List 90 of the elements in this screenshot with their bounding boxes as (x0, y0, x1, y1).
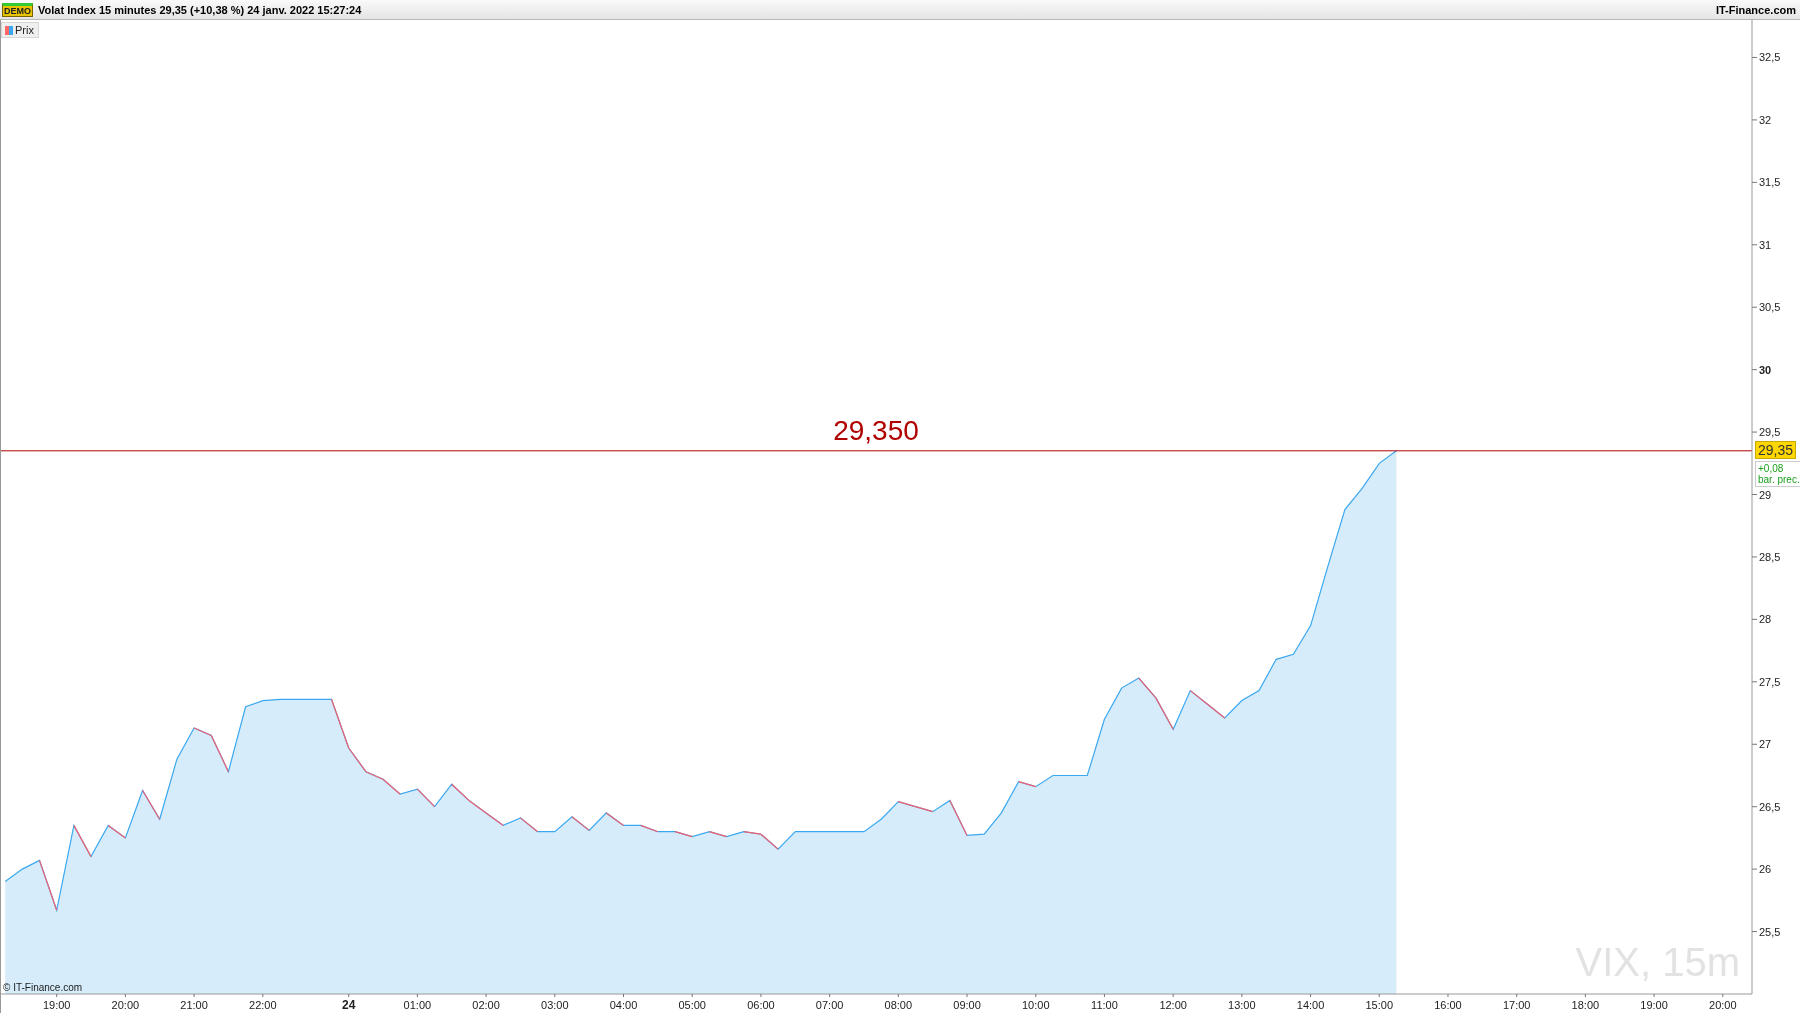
y-axis-tick: 26 (1751, 863, 1772, 876)
y-axis-tick: 25,5 (1751, 925, 1781, 938)
change-value: +0,08 (1758, 462, 1785, 474)
x-tick-label: 05:00 (678, 999, 706, 1011)
legend-swatch-icon (5, 25, 13, 35)
y-tick-label: 29 (1759, 488, 1772, 501)
y-tick-label: 27 (1759, 738, 1772, 751)
y-tick-label: 28,5 (1759, 550, 1781, 563)
y-axis-tick: 32 (1751, 113, 1772, 126)
x-axis-tick: 19:00 (42, 993, 71, 1011)
x-tick-label: 03:00 (541, 999, 569, 1011)
x-axis-tick: 20:00 (111, 993, 140, 1011)
y-axis-tick: 30,5 (1751, 301, 1781, 314)
x-tick-label: 12:00 (1159, 999, 1187, 1011)
x-tick-label: 02:00 (472, 999, 500, 1011)
x-tick-label: 18:00 (1571, 999, 1600, 1011)
x-tick-label: 07:00 (815, 999, 844, 1011)
x-tick-label: 20:00 (1709, 999, 1737, 1011)
y-axis-tick: 27 (1751, 738, 1772, 751)
y-tick-label: 25,5 (1759, 925, 1781, 938)
x-axis-tick: 22:00 (249, 993, 277, 1011)
x-axis-tick: 18:00 (1571, 993, 1600, 1011)
price-level-label: 29,350 (832, 414, 920, 447)
y-axis-tick: 28 (1751, 613, 1772, 626)
x-axis-tick: 03:00 (541, 993, 569, 1011)
y-tick-label: 31 (1759, 238, 1772, 251)
x-tick-label: 10:00 (1021, 999, 1050, 1011)
y-tick-label: 32 (1759, 113, 1772, 126)
x-tick-label: 24 (342, 998, 356, 1012)
y-tick-label: 30,5 (1759, 301, 1781, 314)
y-tick-label: 26,5 (1759, 800, 1781, 813)
x-tick-label: 15:00 (1365, 999, 1394, 1011)
y-axis-tick: 31,5 (1751, 176, 1781, 189)
y-axis-tick: 30 (1751, 363, 1772, 376)
x-tick-label: 19:00 (42, 999, 71, 1011)
y-axis-tick: 31 (1751, 238, 1772, 251)
y-axis-tick: 29 (1751, 488, 1772, 501)
x-axis-tick: 10:00 (1022, 993, 1050, 1011)
x-tick-label: 01:00 (403, 999, 432, 1011)
demo-badge: DEMO (2, 2, 33, 17)
y-tick-label: 30 (1759, 363, 1772, 376)
x-axis-tick: 21:00 (180, 993, 208, 1011)
x-tick-label: 19:00 (1640, 999, 1668, 1011)
y-axis-tick: 26,5 (1751, 800, 1781, 813)
y-tick-label: 27,5 (1759, 675, 1781, 688)
x-tick-label: 04:00 (609, 999, 638, 1011)
x-tick-label: 22:00 (249, 999, 277, 1011)
x-tick-label: 06:00 (747, 999, 775, 1011)
x-axis-tick: 05:00 (678, 993, 706, 1011)
x-axis-tick: 15:00 (1365, 993, 1394, 1011)
x-axis-tick: 04:00 (609, 993, 638, 1011)
x-axis-tick: 11:00 (1091, 993, 1118, 1011)
copyright-text: © IT-Finance.com (3, 982, 83, 993)
x-axis-tick: 14:00 (1296, 993, 1325, 1011)
y-tick-label: 32,5 (1759, 51, 1781, 64)
x-tick-label: 08:00 (884, 999, 913, 1011)
x-tick-label: 13:00 (1228, 999, 1256, 1011)
x-axis-tick: 17:00 (1502, 993, 1531, 1011)
x-tick-label: 20:00 (111, 999, 140, 1011)
x-axis-tick: 01:00 (403, 993, 432, 1011)
x-tick-label: 09:00 (953, 999, 981, 1011)
x-tick-label: 16:00 (1434, 999, 1462, 1011)
x-axis-tick: 09:00 (953, 993, 981, 1011)
x-axis-tick: 19:00 (1640, 993, 1668, 1011)
x-axis-tick: 20:00 (1709, 993, 1737, 1011)
x-tick-label: 11:00 (1091, 999, 1118, 1011)
x-axis-tick: 16:00 (1434, 993, 1462, 1011)
chart-title: Volat Index 15 minutes 29,35 (+10,38 %) 24 janv. 2022 15:27:24 (38, 3, 362, 16)
x-axis-tick: 06:00 (747, 993, 775, 1011)
change-note: bar. prec. (1758, 473, 1800, 485)
y-axis-tick: 27,5 (1751, 675, 1781, 688)
legend-item[interactable]: Prix (1, 22, 39, 38)
x-axis-tick: 13:00 (1228, 993, 1256, 1011)
x-axis-tick: 02:00 (472, 993, 500, 1011)
x-tick-label: 14:00 (1296, 999, 1325, 1011)
x-tick-label: 21:00 (180, 999, 208, 1011)
x-axis-tick: 08:00 (884, 993, 913, 1011)
x-axis-tick: 12:00 (1159, 993, 1187, 1011)
x-tick-label: 17:00 (1502, 999, 1531, 1011)
y-axis-tick: 29,5 (1751, 426, 1781, 439)
y-tick-label: 28 (1759, 613, 1772, 626)
x-axis-tick: 07:00 (815, 993, 844, 1011)
current-price-badge: 29,35 (1755, 440, 1797, 459)
y-tick-label: 31,5 (1759, 176, 1781, 189)
y-axis-tick: 32,5 (1751, 51, 1781, 64)
y-tick-label: 26 (1759, 863, 1772, 876)
y-axis-tick: 28,5 (1751, 550, 1781, 563)
y-tick-label: 29,5 (1759, 426, 1781, 439)
source-label: IT-Finance.com (1715, 3, 1796, 16)
x-axis-tick: 24 (342, 993, 356, 1012)
